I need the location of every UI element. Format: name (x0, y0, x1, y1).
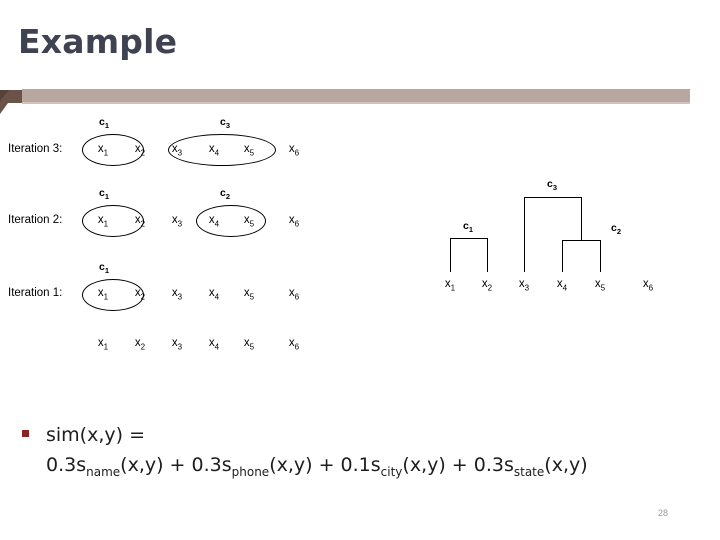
data-point-label: x6 (288, 143, 300, 158)
data-point-label: x6 (288, 287, 300, 302)
dendrogram-leaf-label: x6 (642, 278, 654, 293)
data-point-label: x5 (243, 287, 255, 302)
data-point-label: x4 (208, 143, 220, 158)
dendrogram-branch (450, 238, 452, 272)
data-point-label: x1 (97, 214, 109, 229)
data-point-label: x2 (134, 337, 146, 352)
dendrogram-leaf-label: x2 (481, 278, 493, 293)
cluster-label: c3 (219, 116, 231, 131)
data-point-label: x2 (134, 214, 146, 229)
data-point-label: x3 (171, 214, 183, 229)
data-point-label: x3 (171, 287, 183, 302)
data-point-label: x6 (288, 214, 300, 229)
data-point-label: x2 (134, 287, 146, 302)
dendrogram-leaf-label: x4 (556, 278, 568, 293)
cluster-label: c1 (98, 116, 110, 131)
iteration-label: Iteration 2: (8, 214, 63, 226)
data-point-label: x1 (97, 337, 109, 352)
iteration-label: Iteration 3: (8, 143, 63, 155)
dendrogram-branch (524, 197, 526, 272)
dendrogram-branch (562, 240, 564, 272)
slide-canvas: Example Iteration 3: c1 c3 x1 x2 x3 x4 x5 x6 Iter… (0, 0, 720, 540)
dendrogram-leaf-label: x3 (518, 278, 530, 293)
dendrogram-branch (600, 240, 602, 272)
cluster-ellipse (196, 205, 266, 237)
data-point-label: x1 (97, 287, 109, 302)
data-point-label: x4 (208, 214, 220, 229)
data-point-label: x2 (134, 143, 146, 158)
dendrogram-cluster-label: c1 (462, 220, 474, 235)
cluster-ellipse (168, 134, 276, 166)
data-point-label: x5 (243, 143, 255, 158)
iteration-label: Iteration 1: (8, 287, 63, 299)
dendrogram-figure: c1 c2 c3 x1 x2 x3 x4 x5 x6 (420, 160, 720, 310)
dendrogram-branch (581, 197, 583, 240)
data-point-label: x4 (208, 287, 220, 302)
divider-bar (22, 89, 690, 102)
cluster-label: c1 (98, 261, 110, 276)
dendrogram-merge-bar (524, 197, 583, 199)
dendrogram-merge-bar (450, 238, 489, 240)
cluster-label: c1 (98, 187, 110, 202)
page-title: Example (18, 22, 178, 61)
dendrogram-cluster-label: c3 (546, 178, 558, 193)
dendrogram-cluster-label: c2 (610, 222, 622, 237)
dendrogram-leaf-label: x1 (444, 278, 456, 293)
cluster-label: c2 (219, 187, 231, 202)
data-point-label: x5 (243, 214, 255, 229)
data-point-label: x1 (97, 143, 109, 158)
bullet-square-icon (22, 430, 29, 437)
data-point-label: x4 (208, 337, 220, 352)
data-point-label: x3 (171, 143, 183, 158)
data-point-label: x5 (243, 337, 255, 352)
data-point-label: x6 (288, 337, 300, 352)
slide-number: 28 (658, 508, 669, 518)
dendrogram-merge-bar (562, 240, 602, 242)
dendrogram-leaf-label: x5 (594, 278, 606, 293)
similarity-formula: sim(x,y) = 0.3sname(x,y) + 0.3sphone(x,y)… (46, 424, 588, 479)
iterations-figure: Iteration 3: c1 c3 x1 x2 x3 x4 x5 x6 Iteration 2:… (0, 104, 400, 369)
dendrogram-branch (487, 238, 489, 272)
data-point-label: x3 (171, 337, 183, 352)
